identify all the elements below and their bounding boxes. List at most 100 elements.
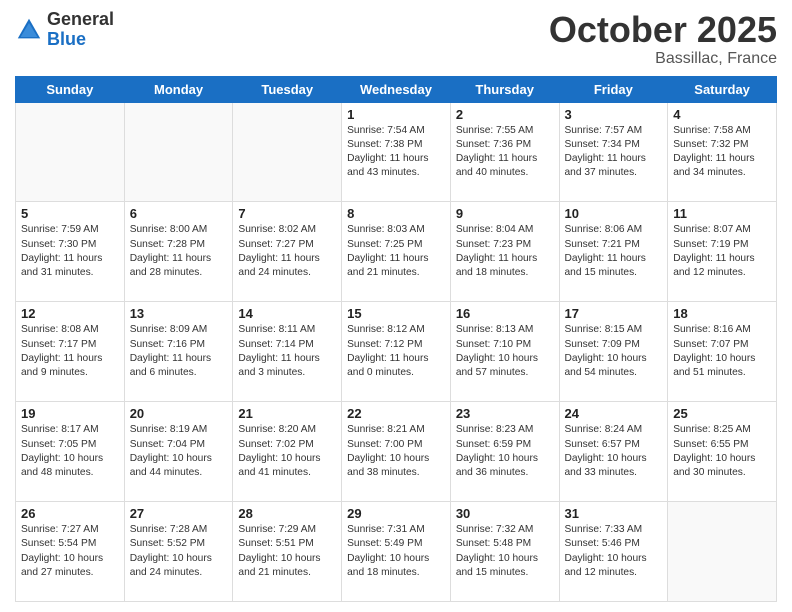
col-tuesday: Tuesday [233,76,342,102]
day-info: Sunrise: 7:54 AM Sunset: 7:38 PM Dayligh… [347,124,445,181]
day-number: 22 [347,406,445,421]
logo-icon [15,16,43,44]
day-info: Sunrise: 7:57 AM Sunset: 7:34 PM Dayligh… [565,124,663,181]
day-info: Sunrise: 8:21 AM Sunset: 7:00 PM Dayligh… [347,423,445,480]
calendar-cell [668,502,777,602]
calendar-cell: 7 Sunrise: 8:02 AM Sunset: 7:27 PM Daylig… [233,202,342,302]
calendar-cell: 9Sunrise: 8:04 AM Sunset: 7:23 PM Daylig… [450,202,559,302]
col-saturday: Saturday [668,76,777,102]
title-month: October 2025 [549,10,777,50]
calendar-cell: 3 Sunrise: 7:57 AM Sunset: 7:34 PM Daylig… [559,102,668,202]
day-number: 4 [673,107,771,122]
day-number: 30 [456,506,554,521]
logo-general-text: General [47,10,114,30]
calendar-cell: 27 Sunrise: 7:28 AM Sunset: 5:52 PM Dayli… [124,502,233,602]
calendar-week-4: 26 Sunrise: 7:27 AM Sunset: 5:54 PM Dayli… [16,502,777,602]
calendar-week-1: 5 Sunrise: 7:59 AM Sunset: 7:30 PM Daylig… [16,202,777,302]
day-info: Sunrise: 7:27 AM Sunset: 5:54 PM Dayligh… [21,523,119,580]
day-number: 10 [565,206,663,221]
day-number: 15 [347,306,445,321]
logo-blue-text: Blue [47,30,114,50]
calendar-week-0: 1 Sunrise: 7:54 AM Sunset: 7:38 PM Daylig… [16,102,777,202]
calendar-cell: 4 Sunrise: 7:58 AM Sunset: 7:32 PM Daylig… [668,102,777,202]
calendar-cell: 14Sunrise: 8:11 AM Sunset: 7:14 PM Dayli… [233,302,342,402]
day-info: Sunrise: 7:59 AM Sunset: 7:30 PM Dayligh… [21,223,119,280]
calendar-table: Sunday Monday Tuesday Wednesday Thursday… [15,76,777,602]
calendar-week-3: 19 Sunrise: 8:17 AM Sunset: 7:05 PM Dayli… [16,402,777,502]
logo: General Blue [15,10,114,50]
day-number: 1 [347,107,445,122]
title-block: October 2025 Bassillac, France [549,10,777,68]
day-number: 19 [21,406,119,421]
page: General Blue October 2025 Bassillac, Fra… [0,0,792,612]
calendar-cell: 1 Sunrise: 7:54 AM Sunset: 7:38 PM Daylig… [342,102,451,202]
day-number: 7 [238,206,336,221]
day-number: 8 [347,206,445,221]
calendar-cell: 23 Sunrise: 8:23 AM Sunset: 6:59 PM Dayli… [450,402,559,502]
day-info: Sunrise: 8:02 AM Sunset: 7:27 PM Dayligh… [238,223,336,280]
calendar-cell: 11Sunrise: 8:07 AM Sunset: 7:19 PM Dayli… [668,202,777,302]
calendar-cell [233,102,342,202]
day-info: Sunrise: 8:23 AM Sunset: 6:59 PM Dayligh… [456,423,554,480]
day-number: 5 [21,206,119,221]
day-info: Sunrise: 8:17 AM Sunset: 7:05 PM Dayligh… [21,423,119,480]
col-monday: Monday [124,76,233,102]
day-info: Sunrise: 8:12 AM Sunset: 7:12 PM Dayligh… [347,323,445,380]
calendar-cell: 17 Sunrise: 8:15 AM Sunset: 7:09 PM Dayli… [559,302,668,402]
day-number: 6 [130,206,228,221]
calendar-cell: 19 Sunrise: 8:17 AM Sunset: 7:05 PM Dayli… [16,402,125,502]
header: General Blue October 2025 Bassillac, Fra… [15,10,777,68]
day-number: 16 [456,306,554,321]
day-number: 17 [565,306,663,321]
day-info: Sunrise: 7:58 AM Sunset: 7:32 PM Dayligh… [673,124,771,181]
day-number: 29 [347,506,445,521]
day-info: Sunrise: 8:19 AM Sunset: 7:04 PM Dayligh… [130,423,228,480]
day-number: 28 [238,506,336,521]
day-number: 12 [21,306,119,321]
calendar-cell: 6 Sunrise: 8:00 AM Sunset: 7:28 PM Daylig… [124,202,233,302]
calendar-cell: 25Sunrise: 8:25 AM Sunset: 6:55 PM Dayli… [668,402,777,502]
calendar-cell: 16 Sunrise: 8:13 AM Sunset: 7:10 PM Dayli… [450,302,559,402]
day-info: Sunrise: 8:00 AM Sunset: 7:28 PM Dayligh… [130,223,228,280]
calendar-cell: 12Sunrise: 8:08 AM Sunset: 7:17 PM Dayli… [16,302,125,402]
day-info: Sunrise: 8:03 AM Sunset: 7:25 PM Dayligh… [347,223,445,280]
day-number: 3 [565,107,663,122]
col-sunday: Sunday [16,76,125,102]
calendar-cell: 28 Sunrise: 7:29 AM Sunset: 5:51 PM Dayli… [233,502,342,602]
day-info: Sunrise: 7:29 AM Sunset: 5:51 PM Dayligh… [238,523,336,580]
day-number: 20 [130,406,228,421]
calendar-cell: 22 Sunrise: 8:21 AM Sunset: 7:00 PM Dayli… [342,402,451,502]
day-info: Sunrise: 7:31 AM Sunset: 5:49 PM Dayligh… [347,523,445,580]
calendar-week-2: 12Sunrise: 8:08 AM Sunset: 7:17 PM Dayli… [16,302,777,402]
calendar-cell: 24Sunrise: 8:24 AM Sunset: 6:57 PM Dayli… [559,402,668,502]
day-info: Sunrise: 7:32 AM Sunset: 5:48 PM Dayligh… [456,523,554,580]
day-number: 13 [130,306,228,321]
calendar-cell: 5 Sunrise: 7:59 AM Sunset: 7:30 PM Daylig… [16,202,125,302]
day-info: Sunrise: 8:16 AM Sunset: 7:07 PM Dayligh… [673,323,771,380]
day-info: Sunrise: 8:20 AM Sunset: 7:02 PM Dayligh… [238,423,336,480]
day-info: Sunrise: 7:28 AM Sunset: 5:52 PM Dayligh… [130,523,228,580]
day-info: Sunrise: 8:13 AM Sunset: 7:10 PM Dayligh… [456,323,554,380]
day-number: 31 [565,506,663,521]
calendar-cell: 18 Sunrise: 8:16 AM Sunset: 7:07 PM Dayli… [668,302,777,402]
col-friday: Friday [559,76,668,102]
day-number: 11 [673,206,771,221]
day-number: 25 [673,406,771,421]
day-number: 23 [456,406,554,421]
calendar-cell: 20 Sunrise: 8:19 AM Sunset: 7:04 PM Dayli… [124,402,233,502]
logo-text: General Blue [47,10,114,50]
col-wednesday: Wednesday [342,76,451,102]
calendar-cell: 15 Sunrise: 8:12 AM Sunset: 7:12 PM Dayli… [342,302,451,402]
day-number: 27 [130,506,228,521]
calendar-cell: 29 Sunrise: 7:31 AM Sunset: 5:49 PM Dayli… [342,502,451,602]
day-number: 26 [21,506,119,521]
day-info: Sunrise: 7:55 AM Sunset: 7:36 PM Dayligh… [456,124,554,181]
calendar-cell: 8 Sunrise: 8:03 AM Sunset: 7:25 PM Daylig… [342,202,451,302]
day-info: Sunrise: 8:06 AM Sunset: 7:21 PM Dayligh… [565,223,663,280]
day-number: 18 [673,306,771,321]
day-info: Sunrise: 7:33 AM Sunset: 5:46 PM Dayligh… [565,523,663,580]
day-number: 2 [456,107,554,122]
day-info: Sunrise: 8:15 AM Sunset: 7:09 PM Dayligh… [565,323,663,380]
day-info: Sunrise: 8:11 AM Sunset: 7:14 PM Dayligh… [238,323,336,380]
calendar-header-row: Sunday Monday Tuesday Wednesday Thursday… [16,76,777,102]
